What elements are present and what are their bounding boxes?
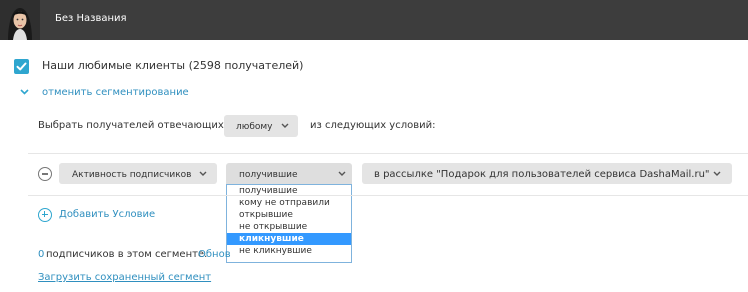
cancel-segmentation-link[interactable]: отменить сегментирование: [42, 87, 189, 98]
condition-operator-select[interactable]: получившие: [226, 163, 352, 184]
checkmark-icon: [16, 62, 27, 71]
condition-target-select[interactable]: в рассылке "Подарок для пользователей се…: [362, 163, 732, 184]
list-title: Наши любимые клиенты (2598 получателей): [42, 59, 304, 72]
operator-option-not-clicked[interactable]: не кликнувшие: [227, 245, 351, 257]
operator-option-not-sent[interactable]: кому не отправили: [227, 197, 351, 209]
top-bar: Без Названия: [0, 0, 748, 40]
conditions-label: из следующих условий:: [310, 120, 436, 131]
condition-field-select[interactable]: Активность подписчиков: [59, 163, 217, 184]
app-title[interactable]: Без Названия: [55, 13, 127, 24]
divider: [28, 153, 748, 154]
chevron-down-icon: [281, 123, 289, 128]
condition-target-value: в рассылке "Подарок для пользователей се…: [374, 169, 710, 180]
refresh-link[interactable]: Обнов: [198, 249, 231, 260]
remove-condition-icon[interactable]: [38, 167, 52, 181]
select-recipients-label: Выбрать получателей отвечающих: [38, 120, 224, 131]
operator-option-opened[interactable]: открывшие: [227, 209, 351, 221]
list-checkbox[interactable]: [14, 59, 29, 74]
condition-operator-value: получившие: [239, 170, 298, 180]
condition-field-value: Активность подписчиков: [72, 170, 192, 180]
chevron-down-icon[interactable]: [20, 89, 29, 95]
subscriber-count: 0: [38, 249, 45, 260]
divider: [28, 195, 748, 196]
add-circle-icon[interactable]: [38, 208, 52, 222]
match-mode-select[interactable]: любому: [224, 115, 298, 137]
avatar[interactable]: [0, 0, 40, 40]
subscriber-count-text: подписчиков в этом сегменте.: [46, 249, 208, 260]
operator-option-not-opened[interactable]: не открывшие: [227, 221, 351, 233]
chevron-down-icon: [338, 171, 346, 176]
match-mode-value: любому: [236, 122, 273, 132]
load-saved-segment-link[interactable]: Загрузить сохраненный сегмент: [38, 272, 211, 283]
operator-option-clicked[interactable]: кликнувшие: [227, 233, 351, 245]
avatar-icon: [0, 0, 40, 40]
add-condition-link[interactable]: Добавить Условие: [59, 209, 155, 220]
chevron-down-icon: [199, 171, 207, 176]
chevron-down-icon: [713, 171, 721, 176]
